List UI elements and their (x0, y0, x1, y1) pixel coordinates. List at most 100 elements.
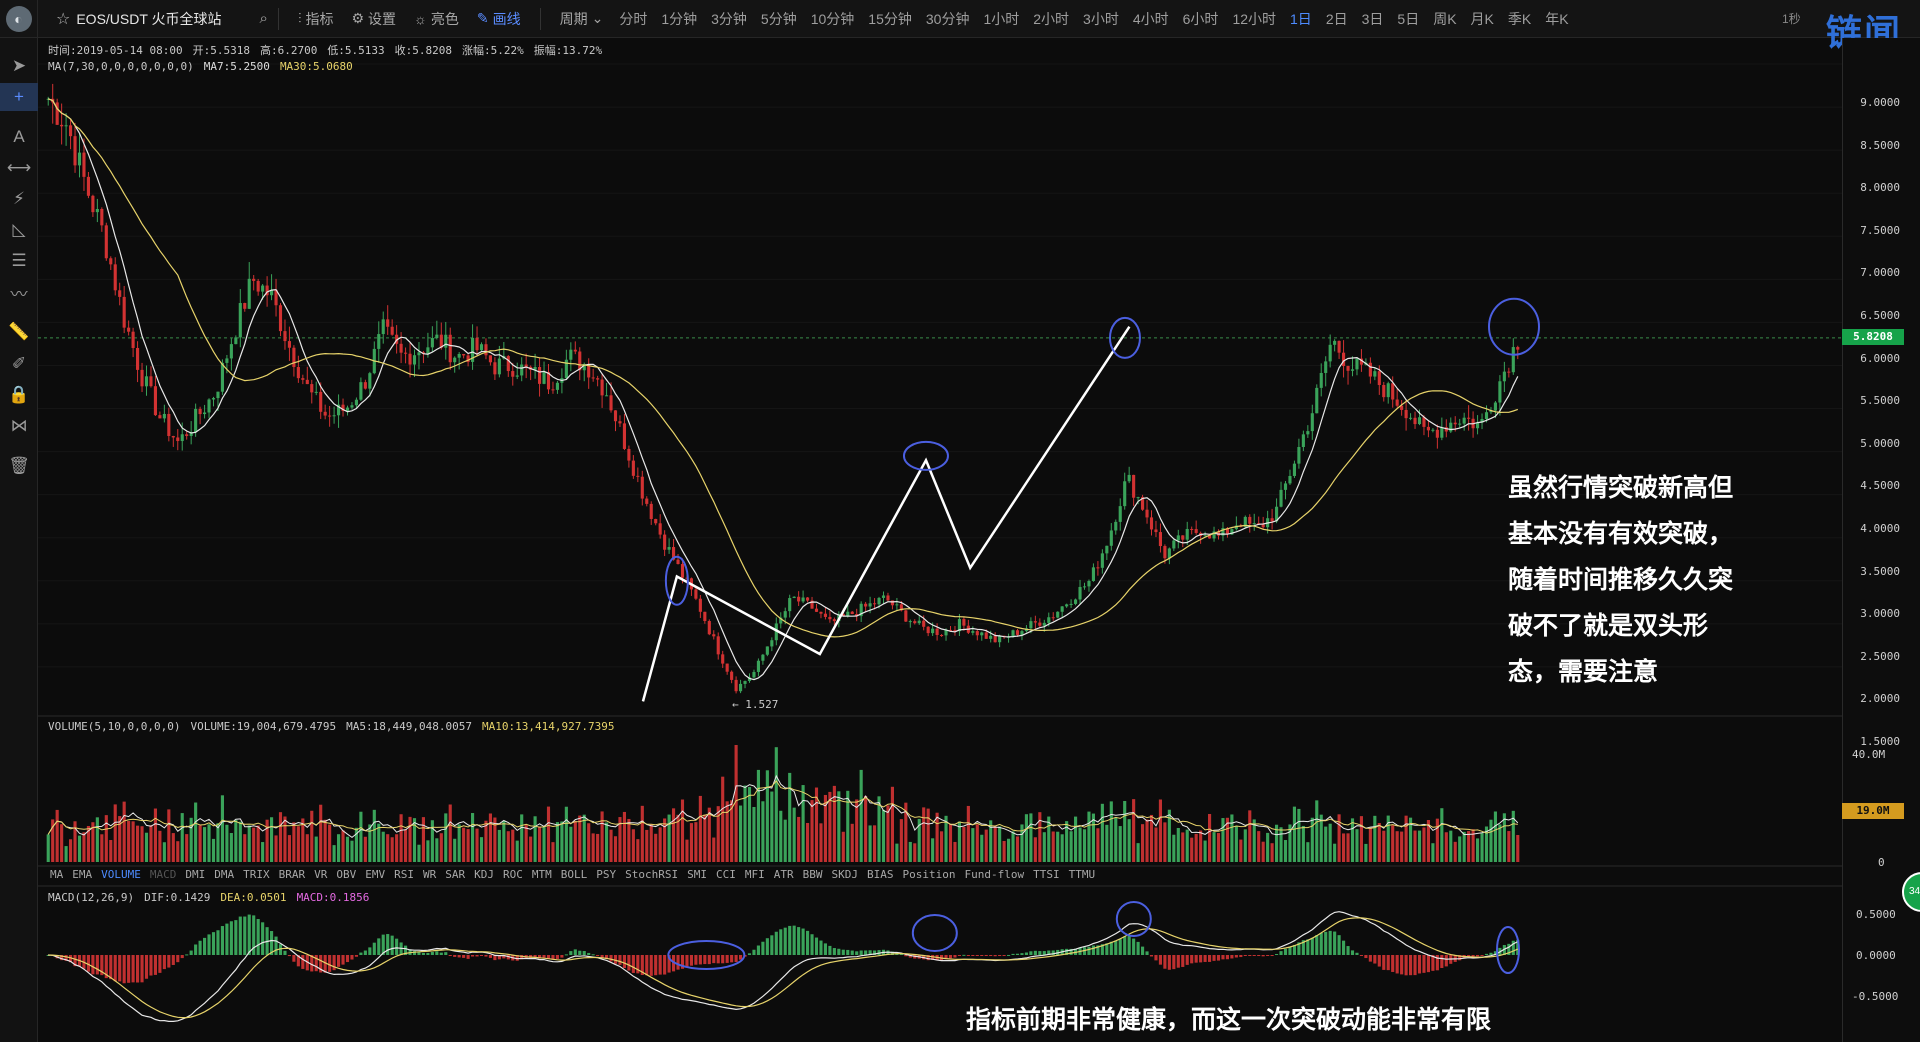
macd-histogram-bar (855, 951, 859, 955)
indicator-tab-cci[interactable]: CCI (716, 868, 736, 881)
volume-bar (998, 826, 1002, 862)
indicator-tab-ttmu[interactable]: TTMU (1069, 868, 1096, 881)
indicator-tab-brar[interactable]: BRAR (279, 868, 306, 881)
indicator-tab-ema[interactable]: EMA (72, 868, 92, 881)
candle-body (359, 382, 363, 400)
volume-bar (739, 805, 743, 862)
macd-histogram-bar (1409, 955, 1413, 976)
candle-body (1283, 483, 1288, 490)
indicator-tab-position[interactable]: Position (902, 868, 955, 881)
ohlc-high: 高:6.2700 (259, 44, 318, 57)
indicator-tab-wr[interactable]: WR (423, 868, 436, 881)
macd-histogram-bar (1158, 955, 1162, 965)
volume-bar (1154, 827, 1158, 862)
macd-histogram-bar (109, 955, 113, 980)
macd-histogram-bar (185, 954, 189, 956)
macd-histogram-bar (144, 955, 149, 979)
candle-body (1346, 366, 1350, 371)
macd-histogram-bar (806, 930, 810, 955)
volume-legend-name[interactable]: VOLUME(5,10,0,0,0,0) (48, 720, 180, 733)
volume-bar (654, 833, 658, 862)
macd-histogram-bar (837, 948, 841, 955)
candle-body (153, 386, 157, 416)
macd-histogram-bar (1163, 955, 1167, 969)
indicator-tab-vr[interactable]: VR (314, 868, 327, 881)
volume-bar (462, 827, 466, 862)
indicator-tab-ttsi[interactable]: TTSI (1033, 868, 1060, 881)
indicator-tab-ma[interactable]: MA (50, 868, 63, 881)
macd-legend-name[interactable]: MACD(12,26,9) (48, 891, 134, 904)
candle-body (1368, 362, 1372, 377)
volume-bar (560, 821, 564, 862)
macd-histogram-bar (211, 932, 216, 955)
indicator-tab-dmi[interactable]: DMI (185, 868, 205, 881)
macd-histogram-bar (645, 955, 649, 976)
volume-bar (1346, 833, 1350, 862)
indicator-tab-macd[interactable]: MACD (150, 868, 177, 881)
candle-body (1038, 622, 1042, 626)
indicator-tab-skdj[interactable]: SKDJ (831, 868, 858, 881)
indicator-tab-boll[interactable]: BOLL (561, 868, 588, 881)
volume-bar (471, 813, 475, 862)
ma-legend-name[interactable]: MA(7,30,0,0,0,0,0,0,0) (48, 60, 194, 73)
candle-body (60, 124, 64, 127)
price-axis-label: 2.0000 (1860, 692, 1900, 706)
macd-histogram-bar (828, 945, 832, 955)
indicator-tab-bias[interactable]: BIAS (867, 868, 894, 881)
volume-bar (752, 806, 756, 862)
low-price-marker: ← 1.527 (732, 698, 779, 711)
candle-body (381, 319, 385, 335)
indicator-tab-obv[interactable]: OBV (336, 868, 356, 881)
macd-histogram-bar (1020, 953, 1024, 955)
volume-bar (631, 829, 635, 862)
candle-body (104, 225, 108, 259)
volume-bar (261, 842, 265, 862)
indicator-tab-trix[interactable]: TRIX (243, 868, 270, 881)
volume-bar (247, 825, 251, 862)
candle-body (1158, 532, 1162, 547)
macd-histogram-bar (1359, 955, 1363, 956)
macd-histogram-bar (1404, 955, 1408, 976)
indicator-tab-roc[interactable]: ROC (503, 868, 523, 881)
candle-body (345, 407, 350, 411)
volume-bar (877, 796, 881, 862)
price-axis-label: 3.5000 (1860, 564, 1900, 578)
candle-body (1458, 423, 1462, 425)
candle-body (1078, 586, 1082, 600)
macd-histogram-bar (462, 955, 466, 958)
macd-histogram-bar (1275, 953, 1279, 955)
indicator-tab-rsi[interactable]: RSI (394, 868, 414, 881)
indicator-tab-mfi[interactable]: MFI (745, 868, 765, 881)
candle-body (756, 660, 760, 672)
indicator-tab-psy[interactable]: PSY (596, 868, 616, 881)
indicator-tab-stochrsi[interactable]: StochRSI (625, 868, 678, 881)
candle-body (1127, 474, 1131, 482)
macd-histogram-bar (770, 935, 774, 955)
macd-histogram-bar (1114, 940, 1118, 955)
volume-bar (569, 826, 573, 862)
indicator-tab-volume[interactable]: VOLUME (101, 868, 141, 881)
candle-body (1440, 427, 1444, 438)
indicator-tab-sar[interactable]: SAR (445, 868, 465, 881)
candle-body (435, 334, 439, 339)
indicator-tab-dma[interactable]: DMA (214, 868, 234, 881)
ohlc-close: 收:5.8208 (394, 44, 453, 57)
macd-histogram-bar (663, 955, 667, 975)
volume-bar (381, 831, 385, 862)
volume-bar (881, 809, 886, 862)
candle-body (1047, 617, 1051, 623)
macd-histogram-bar (591, 954, 595, 956)
indicator-tab-kdj[interactable]: KDJ (474, 868, 494, 881)
indicator-tab-fund-flow[interactable]: Fund-flow (964, 868, 1024, 881)
indicator-tab-atr[interactable]: ATR (774, 868, 794, 881)
volume-bar (363, 836, 367, 862)
indicator-tab-bbw[interactable]: BBW (803, 868, 823, 881)
volume-bar (314, 836, 318, 862)
macd-histogram-bar (1176, 955, 1180, 968)
volume-bar (310, 810, 314, 862)
volume-bar (69, 839, 73, 862)
indicator-tab-mtm[interactable]: MTM (532, 868, 552, 881)
indicator-tab-emv[interactable]: EMV (365, 868, 385, 881)
indicator-tab-smi[interactable]: SMI (687, 868, 707, 881)
candle-body (229, 344, 233, 359)
